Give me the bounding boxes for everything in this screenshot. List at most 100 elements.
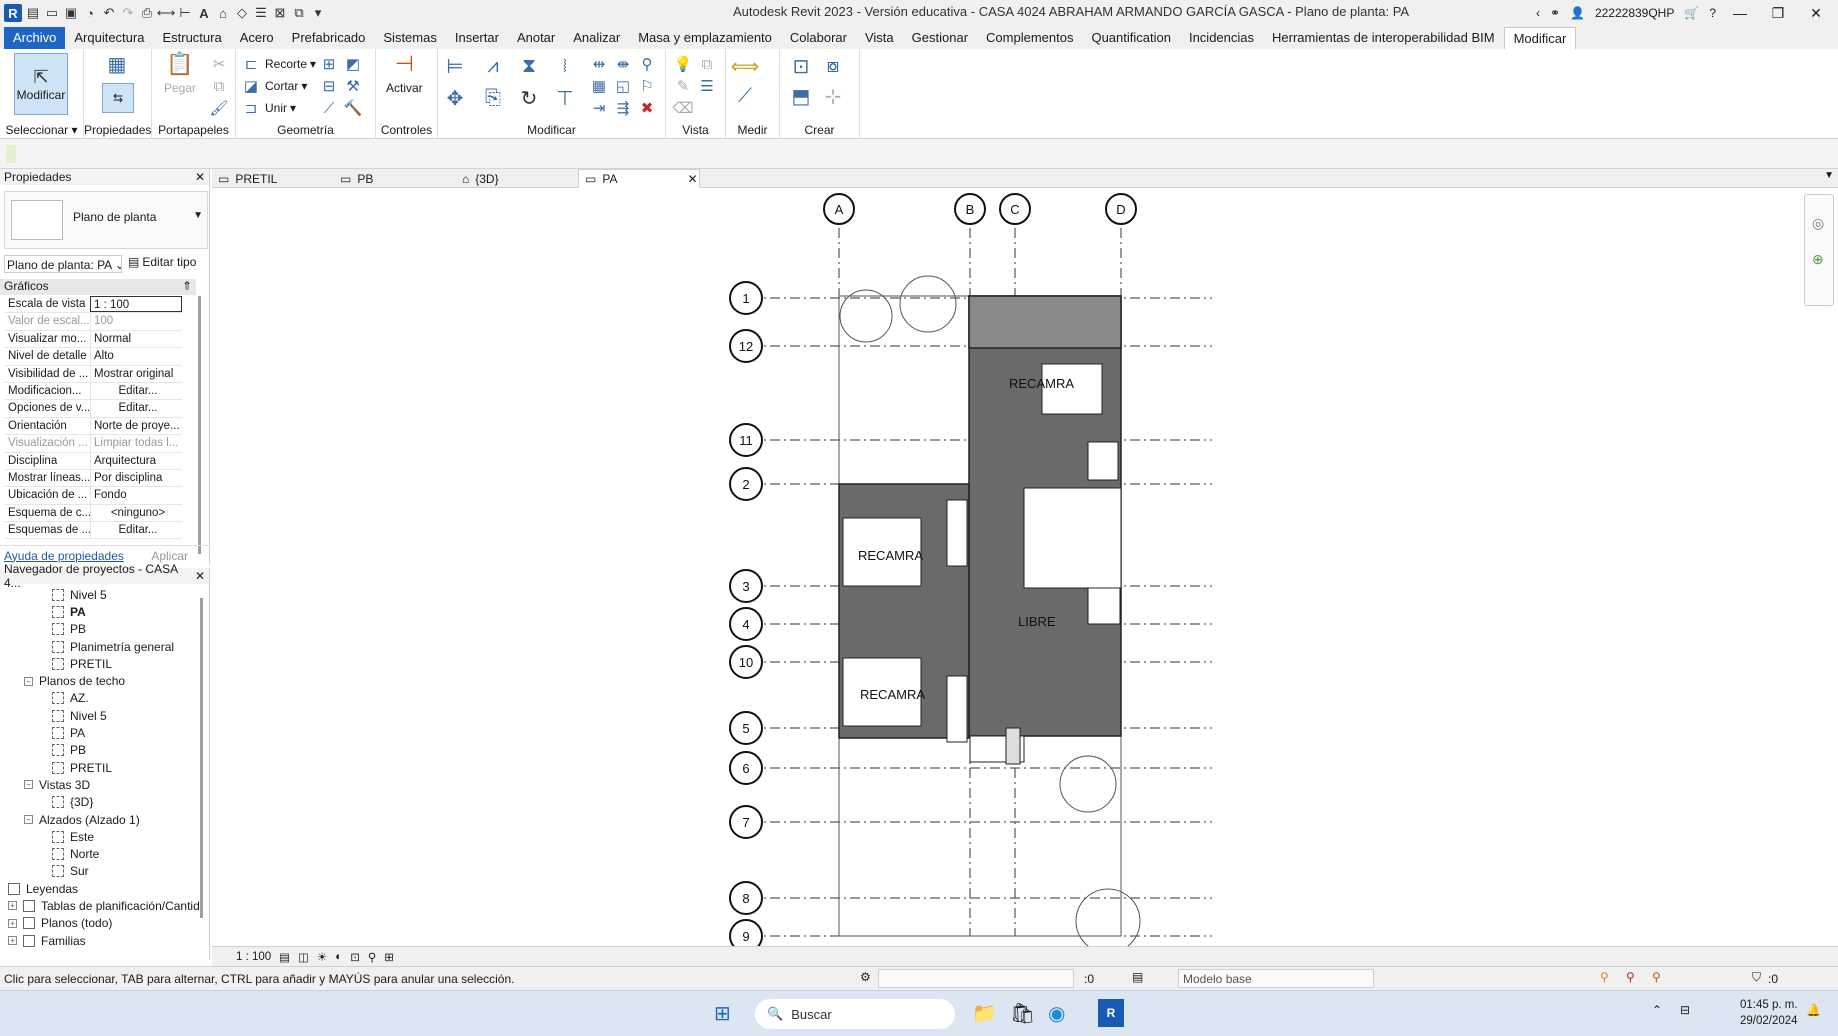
property-value[interactable]: Limpiar todas l... [90, 435, 182, 452]
property-row[interactable]: Esquemas de ... Editar... [4, 522, 182, 540]
properties-help-link[interactable]: Ayuda de propiedades [4, 549, 124, 563]
pin-icon[interactable]: ⚐ [636, 75, 658, 97]
offset-icon[interactable]: ⩘ [482, 55, 504, 77]
file-explorer-icon[interactable]: 📁 [972, 1001, 997, 1026]
eraser-icon[interactable]: ⌫ [672, 97, 694, 119]
windows-start-icon[interactable]: ⊞ [714, 1001, 731, 1026]
measure-distance-icon[interactable]: ⟺ [731, 55, 760, 78]
paste-button[interactable]: 📋 Pegar [164, 51, 196, 95]
modify-button[interactable]: ⇱ Modificar [14, 53, 68, 115]
section-graphics[interactable]: Gráficos ⇑ [0, 279, 196, 295]
sync-icon[interactable]: ◔ [82, 5, 98, 21]
filter-icon[interactable]: ⛉ [1752, 970, 1761, 985]
tab-masa-y-emplazamiento[interactable]: Masa y emplazamiento [629, 27, 781, 49]
browser-item[interactable]: + Tablas de planificación/Cantid [0, 897, 200, 914]
browser-item[interactable]: Este [0, 828, 200, 845]
tab-quantification[interactable]: Quantification [1082, 27, 1180, 49]
browser-item[interactable]: Nivel 5 [0, 707, 200, 724]
tab-analizar[interactable]: Analizar [564, 27, 629, 49]
browser-item[interactable]: Nivel 5 [0, 586, 200, 603]
expander-icon[interactable]: + [8, 918, 17, 928]
floor-plan-drawing[interactable]: A B C D 1 12 11 2 3 4 10 5 6 7 8 9 RECAM… [212, 188, 1838, 954]
tray-chevron-icon[interactable]: ⌃ [1652, 1003, 1662, 1017]
worksets-icon[interactable]: ⚙ [860, 970, 871, 984]
customize-toolbar-icon[interactable]: ▾ [310, 5, 326, 21]
edit-type-button[interactable]: ▤ Editar tipo [128, 255, 196, 269]
browser-item[interactable]: − Alzados (Alzado 1) [0, 811, 200, 828]
navigation-bar[interactable]: ◎ ⊕ [1804, 194, 1834, 306]
create-parts-icon[interactable]: ⧇ [822, 55, 844, 77]
split-icon[interactable]: ⇹ [588, 53, 610, 75]
select-links-icon[interactable]: ⚲ [1600, 970, 1609, 984]
type-properties-icon[interactable]: ▦ [106, 53, 128, 76]
tab-colaborar[interactable]: Colaborar [781, 27, 856, 49]
cut-icon[interactable]: ✂ [208, 53, 230, 75]
hide-icon[interactable]: 💡 [672, 53, 694, 75]
property-row[interactable]: Escala de vista 1 : 100 [4, 296, 182, 314]
binoculars-icon[interactable]: ⚭ [1550, 6, 1560, 20]
property-value[interactable]: Arquitectura [90, 452, 182, 469]
select-underlay-icon[interactable]: ⚲ [1652, 970, 1661, 984]
save-icon[interactable]: ▣ [63, 5, 79, 21]
property-value[interactable]: Editar... [90, 522, 182, 539]
property-row[interactable]: Mostrar líneas... Por disciplina [4, 469, 182, 488]
browser-item[interactable]: PA [0, 603, 200, 620]
view-scale[interactable]: 1 : 100 [236, 951, 271, 963]
tab-gestionar[interactable]: Gestionar [903, 27, 977, 49]
array-icon[interactable]: ▦ [588, 75, 610, 97]
close-hidden-icon[interactable]: ⊠ [272, 5, 288, 21]
tab-complementos[interactable]: Complementos [977, 27, 1082, 49]
section-icon[interactable]: ◇ [234, 5, 250, 21]
move-icon[interactable]: ✥ [444, 87, 466, 110]
property-value[interactable]: Fondo [90, 487, 182, 504]
override-icon[interactable]: ⧉ [696, 53, 718, 75]
expander-icon[interactable]: − [24, 815, 33, 824]
tab-vista[interactable]: Vista [856, 27, 903, 49]
wall-joins-icon[interactable]: ⊞ [318, 53, 340, 75]
expander-icon[interactable]: + [8, 936, 17, 946]
cart-icon[interactable]: 🛒 [1684, 6, 1699, 20]
property-value[interactable]: Por disciplina [90, 469, 182, 487]
extend-icon[interactable]: ⇥ [588, 97, 610, 119]
property-value[interactable]: 100 [90, 313, 182, 330]
thin-lines-view-icon[interactable]: ☰ [696, 75, 718, 97]
minimize-icon[interactable]: — [1726, 5, 1754, 21]
select-dropdown[interactable]: Seleccionar ▾ [0, 123, 83, 137]
tab-acero[interactable]: Acero [231, 27, 283, 49]
taskbar-search[interactable]: 🔍 Buscar [755, 999, 955, 1029]
network-icon[interactable]: ⊟ [1680, 1003, 1690, 1017]
edge-browser-icon[interactable]: ◉ [1048, 1001, 1065, 1026]
property-value[interactable]: Alto [90, 348, 182, 365]
property-row[interactable]: Opciones de v... Editar... [4, 400, 182, 418]
sun-path-icon[interactable]: ☀ [317, 950, 327, 964]
restore-icon[interactable]: ❐ [1764, 5, 1792, 22]
property-row[interactable]: Orientación Norte de proye... [4, 417, 182, 436]
tab-herramientas-de-interoperabilidad-bim[interactable]: Herramientas de interoperabilidad BIM [1263, 27, 1504, 49]
apply-button[interactable]: Aplicar [151, 549, 206, 563]
property-value[interactable]: Editar... [90, 382, 182, 400]
dimension-icon[interactable]: ⊢ [177, 5, 193, 21]
mirror-draw-icon[interactable]: ⧘ [554, 55, 576, 77]
activate-button[interactable]: ⊣ Activar [386, 51, 423, 95]
thin-lines-icon[interactable]: ☰ [253, 5, 269, 21]
tab-anotar[interactable]: Anotar [508, 27, 564, 49]
browser-item[interactable]: PB [0, 621, 200, 638]
temporary-hide-icon[interactable]: ⚲ [368, 950, 376, 964]
chevron-left-icon[interactable]: ‹ [1536, 6, 1540, 20]
cope-button[interactable]: ⊏ Recorte ▾ [240, 53, 316, 75]
property-row[interactable]: Esquema de c... <ninguno> [4, 504, 182, 523]
open-icon[interactable]: ▤ [25, 5, 41, 21]
tab-arquitectura[interactable]: Arquitectura [65, 27, 153, 49]
browser-item[interactable]: + Planos (todo) [0, 915, 200, 932]
design-options-icon[interactable]: ▤ [1132, 970, 1143, 984]
property-row[interactable]: Visualizar mo... Normal [4, 330, 182, 349]
browser-item[interactable]: − Vistas 3D [0, 776, 200, 793]
property-row[interactable]: Disciplina Arquitectura [4, 452, 182, 470]
property-row[interactable]: Visualización ... Limpiar todas l... [4, 435, 182, 453]
select-pinned-icon[interactable]: ⚲ [1626, 970, 1635, 984]
hammer-icon[interactable]: 🔨 [342, 97, 364, 119]
expander-icon[interactable]: − [24, 676, 33, 686]
tab-pa[interactable]: ▭ PA ✕ [578, 169, 700, 188]
help-icon[interactable]: ? [1709, 6, 1716, 20]
browser-item[interactable]: Leyendas [0, 880, 200, 897]
